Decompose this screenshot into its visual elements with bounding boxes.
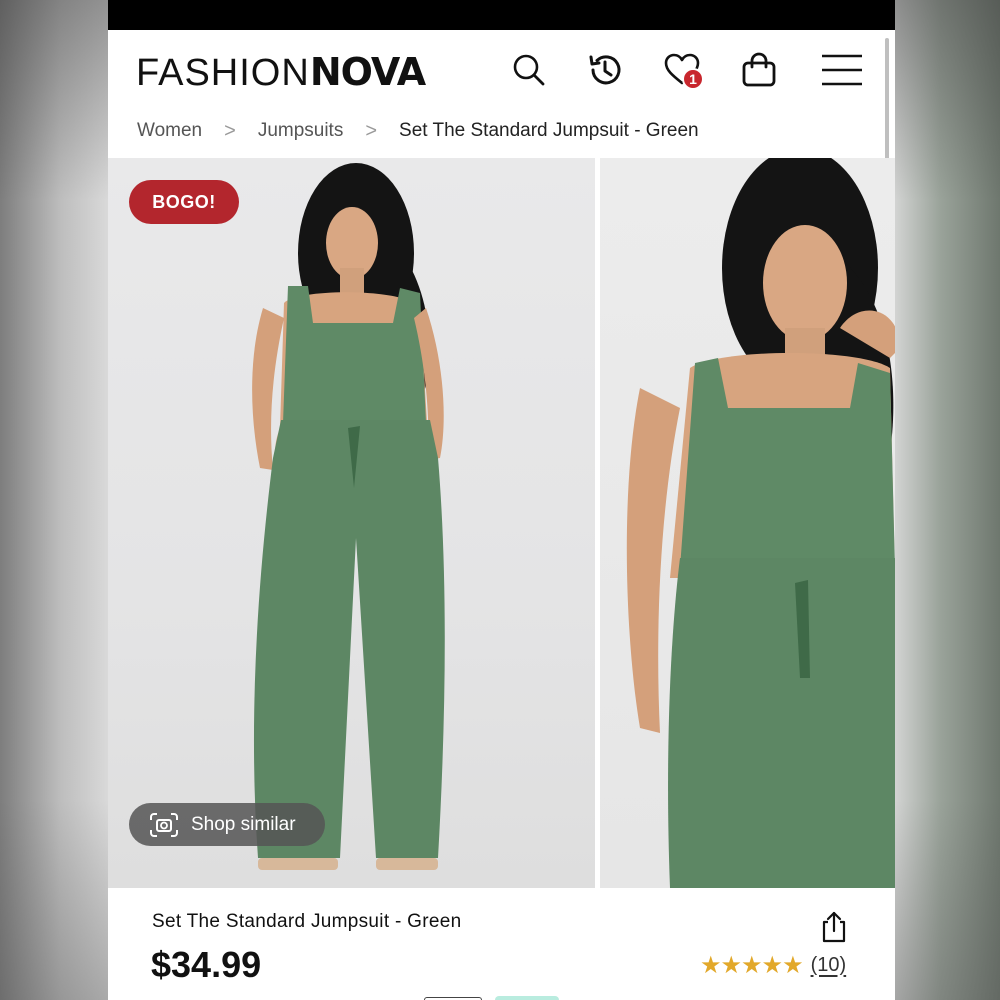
status-bar <box>108 0 895 30</box>
product-photo-full-length[interactable]: BOGO! Shop similar <box>108 158 595 888</box>
search-button[interactable] <box>507 48 551 92</box>
review-count-link[interactable]: (10) <box>811 954 847 977</box>
recently-viewed-button[interactable] <box>583 48 627 92</box>
cart-button[interactable] <box>737 48 781 92</box>
product-photo-closeup[interactable] <box>600 158 895 888</box>
share-icon <box>822 911 846 943</box>
shop-similar-button[interactable]: Shop similar <box>129 803 325 846</box>
breadcrumb: Women > Jumpsuits > Set The Standard Jum… <box>137 118 699 144</box>
breadcrumb-separator: > <box>224 119 236 142</box>
camera-icon <box>149 812 179 838</box>
model-figure-closeup <box>626 158 895 888</box>
product-rating[interactable]: ★★★★★ (10) <box>700 951 847 979</box>
logo-text-bold: NOVA <box>309 50 426 94</box>
share-button[interactable] <box>819 910 849 944</box>
history-icon <box>589 55 621 85</box>
product-price: $34.99 <box>151 944 262 985</box>
phone-screen: FASHIONNOVA 1 Women > Jumpsuits > Set Th… <box>108 0 895 1000</box>
product-gallery: BOGO! Shop similar <box>108 158 895 888</box>
breadcrumb-separator: > <box>365 119 378 142</box>
bogo-badge: BOGO! <box>129 180 239 224</box>
model-figure-full <box>252 163 445 870</box>
menu-button[interactable] <box>820 48 864 92</box>
breadcrumb-jumpsuits[interactable]: Jumpsuits <box>258 120 344 142</box>
wishlist-count-badge: 1 <box>682 68 704 90</box>
menu-icon <box>822 54 862 86</box>
wishlist-button[interactable]: 1 <box>660 48 704 92</box>
product-title: Set The Standard Jumpsuit - Green <box>152 911 462 932</box>
breadcrumb-current: Set The Standard Jumpsuit - Green <box>399 120 699 141</box>
star-rating-icons: ★★★★★ <box>700 951 804 979</box>
search-icon <box>513 54 545 86</box>
fashion-nova-logo[interactable]: FASHIONNOVA <box>136 50 426 94</box>
logo-text-light: FASHION <box>136 52 310 94</box>
shopping-bag-icon <box>742 52 776 87</box>
site-header: FASHIONNOVA 1 <box>108 30 895 110</box>
color-option-peek[interactable] <box>495 996 559 1000</box>
shop-similar-label: Shop similar <box>191 813 296 835</box>
breadcrumb-women[interactable]: Women <box>137 120 202 142</box>
